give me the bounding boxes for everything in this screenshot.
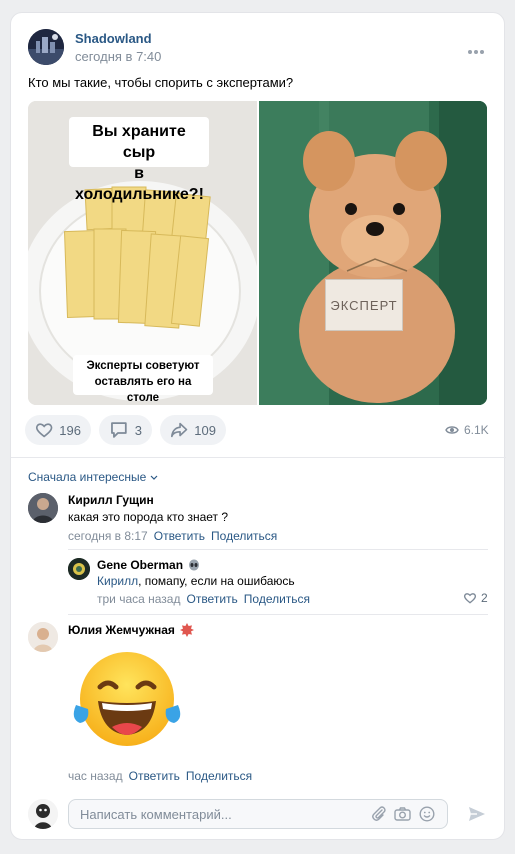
like-button[interactable]: 196 [25, 415, 91, 445]
comment-time[interactable]: три часа назад [97, 592, 180, 606]
like-count: 196 [59, 422, 81, 438]
mention-link[interactable]: Кирилл [97, 574, 138, 588]
comments-sort-label: Сначала интересные [28, 470, 147, 484]
send-icon[interactable] [467, 804, 487, 824]
comment-meta: три часа назад Ответить Поделиться [97, 592, 310, 606]
comment-author[interactable]: Gene Oberman [97, 558, 183, 572]
comments-sort[interactable]: Сначала интересные [28, 470, 158, 484]
eye-icon [445, 426, 459, 434]
heart-icon [35, 423, 53, 438]
dog-sign: ЭКСПЕРТ [325, 279, 403, 331]
comment-author[interactable]: Кирилл Гущин [68, 493, 154, 507]
reply-button[interactable]: Ответить [154, 529, 205, 543]
comment-button[interactable]: 3 [99, 415, 152, 445]
comment-author[interactable]: Юлия Жемчужная [68, 623, 175, 637]
commenter-avatar[interactable] [28, 493, 58, 523]
share-count: 109 [194, 422, 216, 438]
comment-time[interactable]: сегодня в 8:17 [68, 529, 148, 543]
comment-text: какая это порода кто знает ? [68, 510, 229, 524]
alien-icon [189, 559, 200, 571]
comment-meta: сегодня в 8:17 Ответить Поделиться [68, 529, 277, 543]
laughing-emoji-sticker [68, 649, 186, 749]
comment-text: , помапу, если на ошибаюсь [138, 574, 295, 588]
comment-input-placeholder: Написать комментарий... [80, 806, 232, 822]
comment-icon [111, 422, 127, 438]
share-comment-button[interactable]: Поделиться [211, 529, 277, 543]
post-card: Shadowland сегодня в 7:40 Кто мы такие, … [10, 12, 506, 840]
reply-button[interactable]: Ответить [129, 769, 180, 783]
share-comment-button[interactable]: Поделиться [244, 592, 310, 606]
heart-icon [463, 593, 477, 604]
share-comment-button[interactable]: Поделиться [186, 769, 252, 783]
post-text: Кто мы такие, чтобы спорить с экспертами… [28, 75, 294, 90]
photo-top-caption: Вы храните сыр в холодильнике?! [69, 117, 209, 203]
emoji-icon[interactable] [419, 806, 435, 822]
view-count: 6.1K [464, 423, 489, 437]
divider [68, 614, 488, 615]
reply-author-row: Gene Oberman [97, 558, 200, 572]
attach-icon[interactable] [371, 806, 387, 822]
divider [11, 457, 506, 458]
photo-bottom-caption: Эксперты советуют оставлять его на столе [73, 355, 213, 404]
post-time[interactable]: сегодня в 7:40 [75, 49, 161, 64]
commenter-avatar[interactable] [68, 558, 90, 580]
comment-time[interactable]: час назад [68, 769, 123, 783]
share-icon [171, 422, 188, 438]
more-icon[interactable] [467, 43, 485, 54]
camera-icon[interactable] [394, 806, 411, 822]
comment-count: 3 [134, 422, 142, 438]
reply-button[interactable]: Ответить [186, 592, 237, 606]
comment-like-count: 2 [481, 591, 488, 605]
comment-meta: час назад Ответить Поделиться [68, 769, 252, 783]
author-name[interactable]: Shadowland [75, 31, 152, 46]
commenter-avatar[interactable] [28, 622, 58, 652]
comment-author-row: Юлия Жемчужная [68, 623, 194, 637]
badge-icon [179, 623, 194, 637]
author-avatar[interactable] [28, 29, 64, 65]
share-button[interactable]: 109 [160, 415, 226, 445]
divider [68, 549, 488, 550]
comment-input[interactable]: Написать комментарий... [68, 799, 448, 829]
views: 6.1K [445, 423, 489, 437]
photo-dog[interactable] [259, 101, 487, 405]
comment-text-row: Кирилл, помапу, если на ошибаюсь [97, 574, 295, 588]
my-avatar[interactable] [28, 799, 58, 829]
chevron-down-icon [150, 475, 158, 480]
comment-like-button[interactable]: 2 [463, 591, 488, 605]
